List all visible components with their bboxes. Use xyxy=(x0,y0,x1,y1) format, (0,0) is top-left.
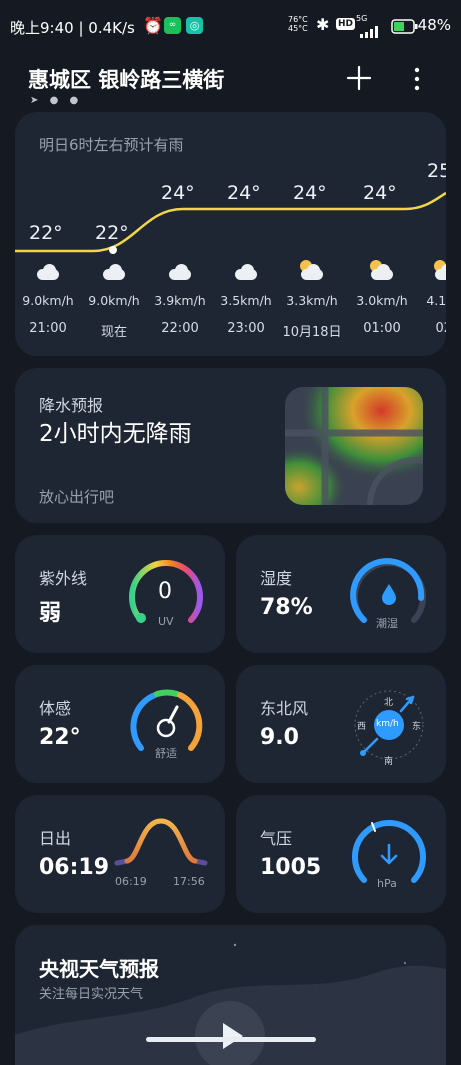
hour-time: 23:00 xyxy=(227,321,265,336)
partly-cloudy-icon xyxy=(432,260,446,280)
play-icon xyxy=(223,1023,243,1049)
signal-icon xyxy=(358,24,384,42)
sunrise-time: 06:19 xyxy=(115,875,147,888)
compass-west: 西 xyxy=(357,722,367,732)
hd-icon: HD xyxy=(336,18,356,30)
location-arrow-icon: ➤ xyxy=(30,95,43,106)
humidity-value: 78% xyxy=(260,595,313,620)
compass-south: 南 xyxy=(384,757,394,767)
wind-card[interactable]: 东北风 9.0 km/h 北 南 西 东 xyxy=(236,665,446,783)
hour-wind: 3.5km/h xyxy=(220,293,272,308)
hour-time: 22:00 xyxy=(161,321,199,336)
cloud-icon xyxy=(34,260,62,280)
home-indicator[interactable] xyxy=(146,1037,316,1042)
hour-wind: 3.0km/h xyxy=(356,293,408,308)
wind-value: 9.0 xyxy=(260,725,299,750)
hour-temp: 22° xyxy=(95,222,129,244)
hour-temp: 24° xyxy=(161,182,195,204)
hour-temp: 24° xyxy=(293,182,327,204)
sun-path-graph xyxy=(114,818,208,866)
compass-north: 北 xyxy=(384,698,394,708)
humidity-level: 潮湿 xyxy=(376,617,398,630)
precipitation-card[interactable]: 降水预报 2小时内无降雨 放心出行吧 xyxy=(15,368,446,523)
wind-unit: km/h xyxy=(376,719,399,729)
network-type: 5G xyxy=(356,14,368,23)
sunrise-title: 日出 xyxy=(39,829,72,848)
uv-unit: UV xyxy=(158,615,174,628)
wind-title: 东北风 xyxy=(260,699,309,718)
sunset-time: 17:56 xyxy=(173,875,205,888)
status-bar: 晚上9:40 | 0.4K/s ⏰ ∞ ◎ 76°C 45°C ✱ HD 5G … xyxy=(0,0,461,56)
location-title[interactable]: 惠城区 银岭路三横街 xyxy=(28,64,224,94)
feels-value: 22° xyxy=(39,725,81,750)
sunrise-value: 06:19 xyxy=(39,855,110,880)
droplet-icon xyxy=(382,584,396,605)
play-button[interactable] xyxy=(195,1001,265,1065)
uv-value: 弱 xyxy=(39,601,62,626)
hour-time: 01:00 xyxy=(363,321,401,336)
hour-wind: 9.0km/h xyxy=(88,293,140,308)
pressure-unit: hPa xyxy=(377,877,397,890)
cloud-icon xyxy=(166,260,194,280)
partly-cloudy-icon xyxy=(298,260,326,280)
hourly-forecast-card[interactable]: 明日6时左右预计有雨 22° 9.0km/h 21:00 22° 9.0km/h 现在 24… xyxy=(15,112,446,356)
cloud-icon xyxy=(100,260,128,280)
location-pager: ➤ ● ● xyxy=(30,95,83,106)
precip-title: 降水预报 xyxy=(39,396,104,415)
humidity-card[interactable]: 湿度 78% 潮湿 xyxy=(236,535,446,653)
precip-sub: 放心出行吧 xyxy=(39,488,115,506)
hour-wind: 9.0km/h xyxy=(22,293,74,308)
uv-title: 紫外线 xyxy=(39,569,88,588)
hour-wind: 3.3km/h xyxy=(286,293,338,308)
radar-map[interactable] xyxy=(285,387,423,505)
compass-east: 东 xyxy=(412,722,422,732)
more-vertical-icon xyxy=(414,67,420,91)
plus-icon xyxy=(346,65,372,91)
cctv-sub: 关注每日实况天气 xyxy=(39,987,144,1002)
cloud-icon xyxy=(232,260,260,280)
temp-bottom: 45°C xyxy=(288,24,308,33)
battery-icon xyxy=(391,19,419,39)
feels-title: 体感 xyxy=(39,699,72,718)
hour-wind: 3.9km/h xyxy=(154,293,206,308)
hour-time: 02: xyxy=(435,321,446,336)
add-city-button[interactable] xyxy=(345,64,373,97)
hour-temp: 25 xyxy=(427,160,446,182)
hour-time: 21:00 xyxy=(29,321,67,336)
hour-temp: 24° xyxy=(363,182,397,204)
feels-like-card[interactable]: 体感 22° 舒适 xyxy=(15,665,225,783)
search-app-icon: ◎ xyxy=(186,17,203,34)
hour-temp: 24° xyxy=(227,182,261,204)
sunrise-card[interactable]: 日出 06:19 06:19 17:56 xyxy=(15,795,225,913)
hour-time: 10月18日 xyxy=(282,325,342,340)
hour-temp: 22° xyxy=(29,222,63,244)
pressure-title: 气压 xyxy=(260,829,293,848)
precip-headline: 2小时内无降雨 xyxy=(39,421,192,447)
partly-cloudy-icon xyxy=(368,260,396,280)
pressure-card[interactable]: 气压 1005 hPa xyxy=(236,795,446,913)
uv-card[interactable]: 紫外线 弱 0 UV xyxy=(15,535,225,653)
temperature-curve xyxy=(15,191,446,254)
pressure-value: 1005 xyxy=(260,855,322,880)
app-notification-icon: ∞ xyxy=(164,17,181,34)
uv-gauge-value: 0 xyxy=(158,579,172,604)
cctv-title: 央视天气预报 xyxy=(39,957,159,981)
more-button[interactable] xyxy=(412,66,422,96)
temp-top: 76°C xyxy=(288,15,308,24)
hour-time: 现在 xyxy=(100,325,127,340)
alarm-icon: ⏰ xyxy=(143,16,163,35)
hour-wind: 4.1km xyxy=(426,293,446,308)
feels-level: 舒适 xyxy=(155,747,177,760)
humidity-title: 湿度 xyxy=(260,569,293,588)
battery-percent: 48% xyxy=(417,16,451,34)
status-time: 晚上9:40 | 0.4K/s xyxy=(10,19,135,37)
cctv-forecast-card[interactable]: 央视天气预报 关注每日实况天气 xyxy=(15,925,446,1065)
bluetooth-icon: ✱ xyxy=(316,15,330,34)
